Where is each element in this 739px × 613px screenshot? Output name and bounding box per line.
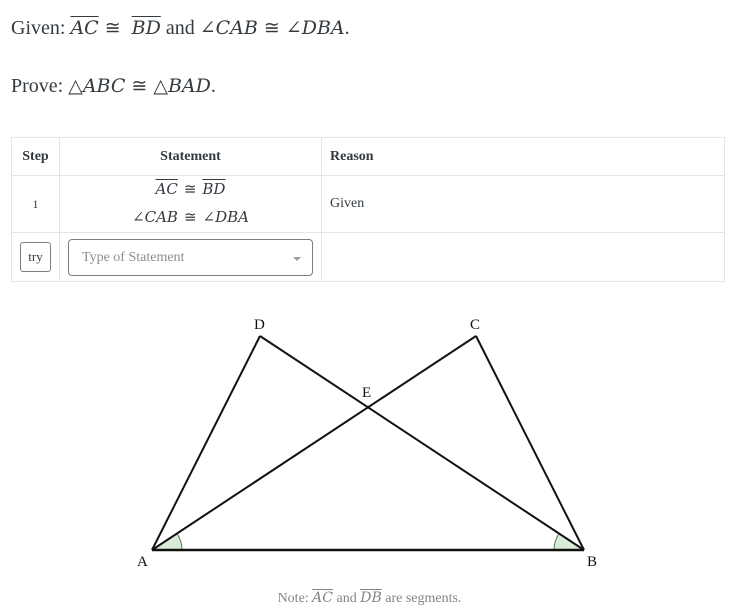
table-header-row: Step Statement Reason <box>11 137 725 176</box>
step-number: 1 <box>11 175 60 233</box>
segment-ac: AC <box>70 17 99 39</box>
angle-cab: ∠CAB <box>132 208 178 226</box>
reason-input-cell <box>321 232 725 282</box>
table-row: 1 AC ≅ BD ∠CAB ≅ ∠DBA Given <box>11 175 725 233</box>
diagram-note: Note: AC and DB are segments. <box>0 590 739 607</box>
try-button[interactable]: try <box>20 242 51 272</box>
segment-bd: BD <box>202 180 226 198</box>
angle-dba: ∠DBA <box>202 208 249 226</box>
statement-line-1: AC ≅ BD <box>68 176 313 204</box>
select-placeholder: Type of Statement <box>82 249 185 265</box>
point-label-e: E <box>362 385 371 401</box>
statement-line-2: ∠CAB ≅ ∠DBA <box>68 204 313 232</box>
angle-cab: ∠CAB <box>199 17 258 39</box>
and-text: and <box>165 17 195 39</box>
and-text: and <box>336 591 357 606</box>
statement-select-cell: Type of Statement <box>59 232 322 282</box>
prove-statement: Prove: △ABC ≅ △BAD. <box>11 74 216 98</box>
note-prefix: Note: <box>277 591 309 606</box>
triangle-bad: △BAD <box>153 75 211 97</box>
input-row: try Type of Statement <box>11 232 725 282</box>
prove-label: Prove: <box>11 75 64 97</box>
point-label-a: A <box>137 554 148 570</box>
triangle-abc: △ABC <box>68 75 126 97</box>
congruent-symbol: ≅ <box>263 17 280 39</box>
proof-table: Step Statement Reason 1 AC ≅ BD ∠CAB ≅ ∠DBA … <box>11 137 725 282</box>
congruent-symbol: ≅ <box>183 208 197 226</box>
note-suffix: are segments. <box>385 591 462 606</box>
segment-ac-line <box>151 335 477 551</box>
segment-ac: AC <box>155 180 178 198</box>
header-reason: Reason <box>321 137 725 176</box>
caret-down-icon <box>293 256 301 261</box>
point-label-c: C <box>470 317 480 333</box>
try-cell: try <box>11 232 60 282</box>
angle-dba: ∠DBA <box>285 17 345 39</box>
given-label: Given: <box>11 17 66 39</box>
reason-cell: Given <box>321 175 725 233</box>
segment-bd: BD <box>131 17 161 39</box>
segment-bc <box>475 335 585 551</box>
point-label-d: D <box>254 317 265 333</box>
header-statement: Statement <box>59 137 322 176</box>
congruent-symbol: ≅ <box>104 17 121 39</box>
given-statement: Given: AC ≅ BD and ∠CAB ≅ ∠DBA. <box>11 16 350 40</box>
geometry-diagram: A B C D E <box>137 317 597 570</box>
segment-bd-line <box>259 335 585 551</box>
segment-ac: AC <box>312 590 333 606</box>
statement-cell: AC ≅ BD ∠CAB ≅ ∠DBA <box>59 175 322 233</box>
segment-db: DB <box>360 590 382 606</box>
point-label-b: B <box>587 554 597 570</box>
congruent-symbol: ≅ <box>183 180 197 198</box>
period: . <box>210 75 216 97</box>
statement-type-select[interactable]: Type of Statement <box>68 238 313 276</box>
period: . <box>344 17 350 39</box>
congruent-symbol: ≅ <box>131 75 148 97</box>
header-step: Step <box>11 137 60 176</box>
segment-ad <box>151 335 261 551</box>
